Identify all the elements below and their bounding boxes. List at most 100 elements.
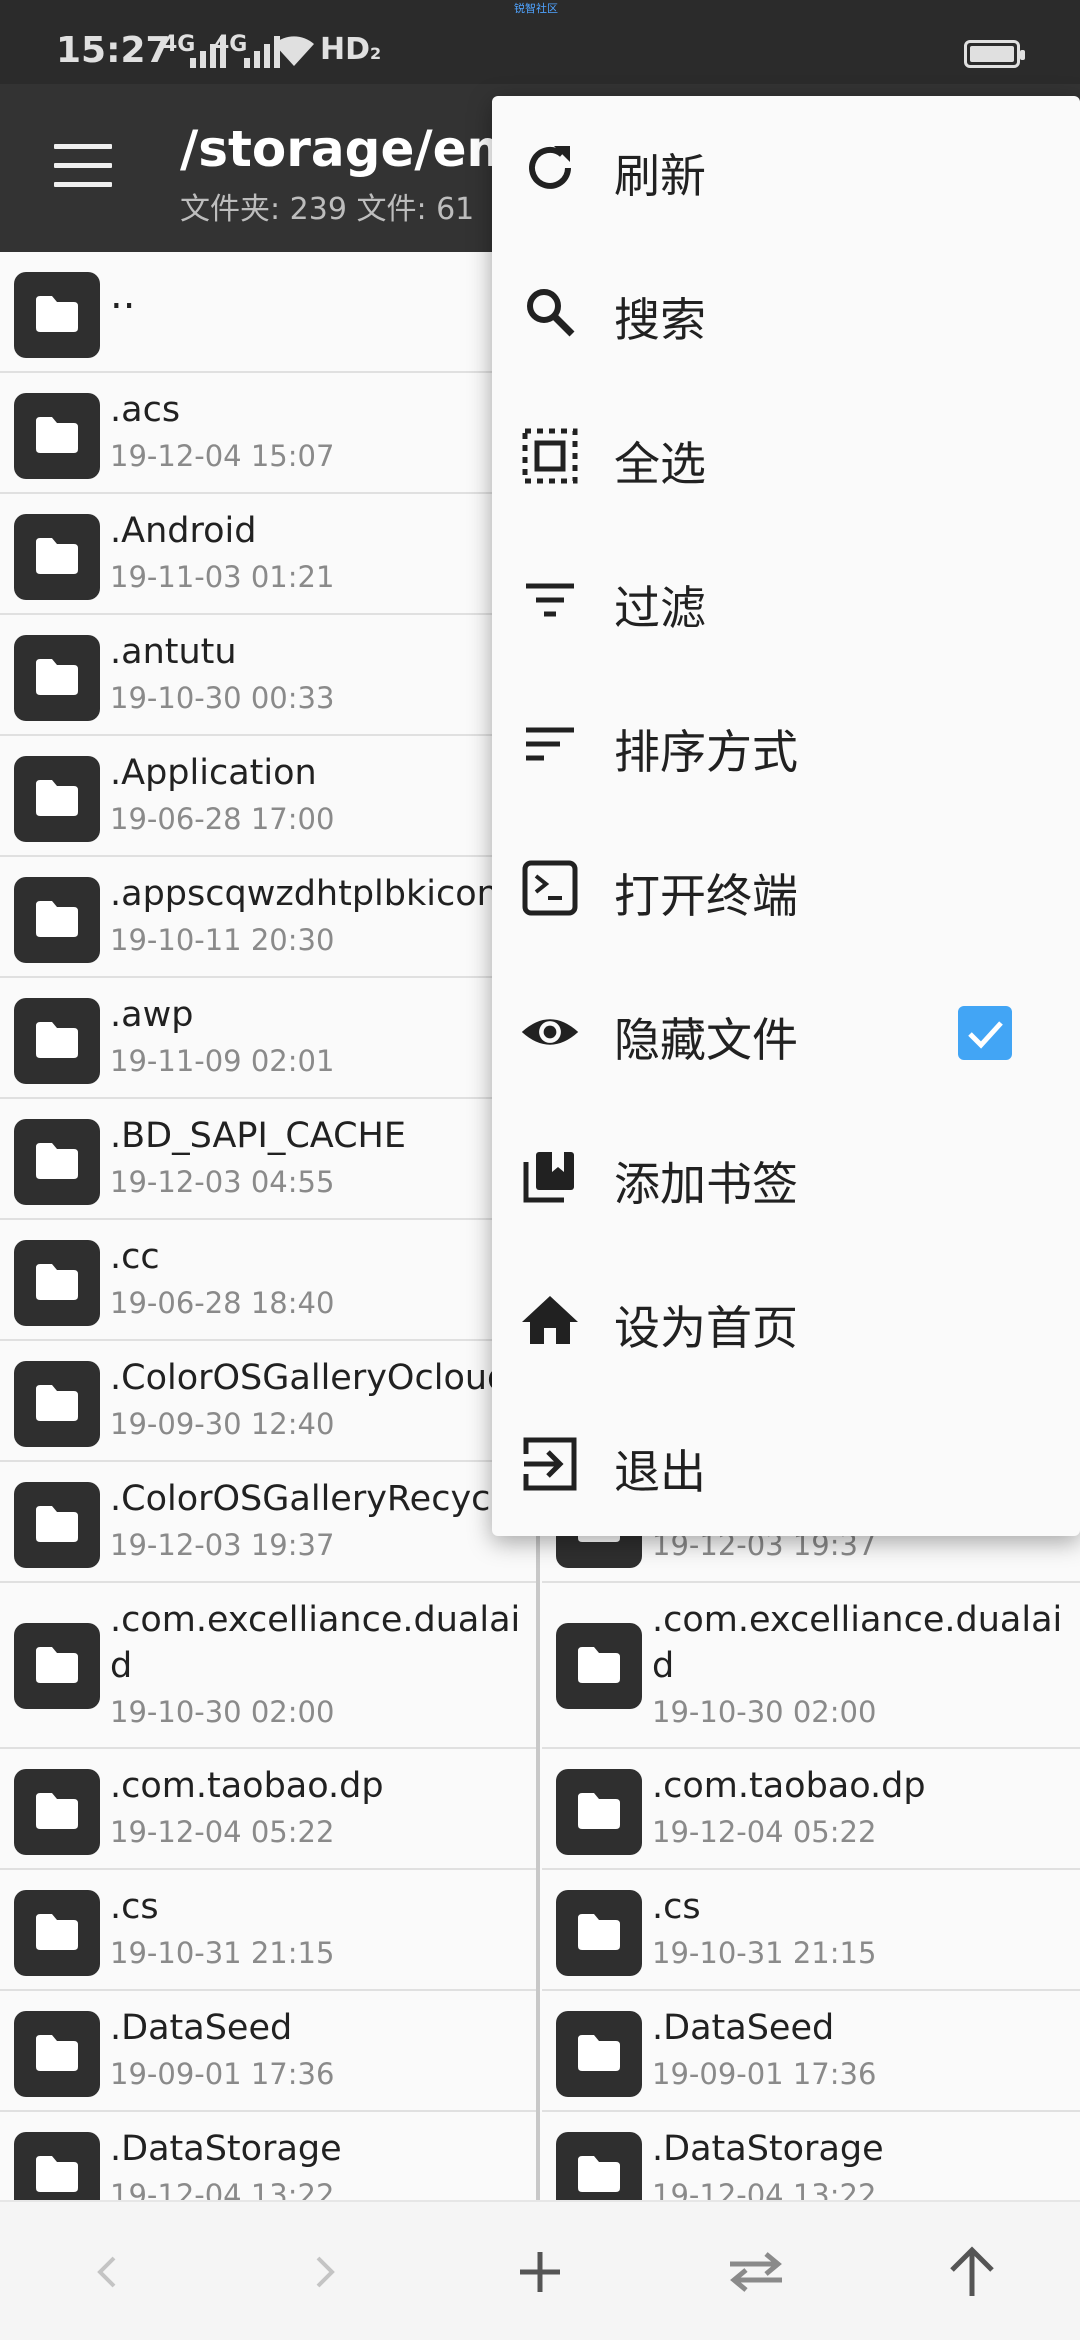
swap-arrows-icon (730, 2252, 782, 2292)
menu-item-select-all[interactable]: 全选 (492, 384, 1080, 528)
file-row[interactable]: .DataSeed 19-09-01 17:36 (542, 1991, 1080, 2112)
file-name: .antutu (110, 632, 237, 672)
left-file-list[interactable]: .. .acs 19-12-04 15:07 .Android 19-11-03 01:… (0, 252, 540, 2200)
folder-icon (14, 1240, 100, 1326)
file-row[interactable]: .Android 19-11-03 01:21 (0, 494, 536, 615)
add-button[interactable] (504, 2236, 576, 2308)
file-date: 19-10-30 00:33 (110, 681, 335, 715)
file-row[interactable]: .ColorOSGalleryRecycle 19-12-03 19:37 (0, 1462, 536, 1583)
hidden-files-checkbox[interactable] (958, 1006, 1012, 1060)
file-row[interactable]: .com.excelliance.dualaid 19-10-30 02:00 (542, 1583, 1080, 1749)
forward-button[interactable] (288, 2236, 360, 2308)
menu-label: 搜索 (614, 293, 706, 347)
folder-icon (556, 1890, 642, 1976)
menu-label: 全选 (614, 437, 706, 491)
folder-icon (14, 393, 100, 479)
file-date: 19-11-03 01:21 (110, 560, 335, 594)
file-row[interactable]: .acs 19-12-04 15:07 (0, 373, 536, 494)
menu-label: 刷新 (614, 149, 706, 203)
file-row[interactable]: .antutu 19-10-30 00:33 (0, 615, 536, 736)
status-bar: 15:27 4G 4G HD2 锐智社区 (0, 0, 1080, 84)
file-row[interactable]: .com.excelliance.dualaid 19-10-30 02:00 (0, 1583, 536, 1749)
folder-icon (14, 1890, 100, 1976)
file-row[interactable]: .ColorOSGalleryOcloud 19-09-30 12:40 (0, 1341, 536, 1462)
exit-icon (520, 1434, 580, 1494)
folder-icon (556, 1769, 642, 1855)
eye-icon (520, 1002, 580, 1062)
signal-label-2: 4G (214, 32, 248, 57)
parent-directory-row[interactable]: .. (0, 252, 536, 373)
folder-icon (14, 2132, 100, 2200)
folder-icon (14, 514, 100, 600)
file-name: .com.taobao.dp (652, 1766, 926, 1806)
file-row[interactable]: .cs 19-10-31 21:15 (0, 1870, 536, 1991)
file-name: .. (110, 272, 136, 318)
folder-icon (14, 1119, 100, 1205)
file-name: .Android (110, 511, 257, 551)
file-name: .cs (110, 1887, 159, 1927)
file-row[interactable]: .Application 19-06-28 17:00 (0, 736, 536, 857)
file-date: 19-09-01 17:36 (110, 2057, 335, 2091)
folder-icon (14, 2011, 100, 2097)
folder-icon (14, 1769, 100, 1855)
file-date: 19-09-01 17:36 (652, 2057, 877, 2091)
file-row[interactable]: .BD_SAPI_CACHE 19-12-03 04:55 (0, 1099, 536, 1220)
menu-label: 退出 (614, 1445, 706, 1499)
file-row[interactable]: .DataSeed 19-09-01 17:36 (0, 1991, 536, 2112)
file-name: .acs (110, 390, 181, 430)
terminal-icon (520, 858, 580, 918)
search-icon (520, 282, 580, 342)
folder-icon (14, 1361, 100, 1447)
menu-item-sort[interactable]: 排序方式 (492, 672, 1080, 816)
file-row[interactable]: .awp 19-11-09 02:01 (0, 978, 536, 1099)
file-name: .ColorOSGalleryOcloud (110, 1358, 510, 1398)
file-date: 19-10-31 21:15 (652, 1936, 877, 1970)
menu-item-set-home[interactable]: 设为首页 (492, 1248, 1080, 1392)
file-date: 19-11-09 02:01 (110, 1044, 335, 1078)
menu-label: 打开终端 (614, 869, 798, 923)
file-row[interactable]: .DataStorage 19-12-04 13:22 (542, 2112, 1080, 2200)
file-date: 19-12-04 05:22 (110, 1815, 335, 1849)
menu-item-terminal[interactable]: 打开终端 (492, 816, 1080, 960)
menu-item-filter[interactable]: 过滤 (492, 528, 1080, 672)
folder-icon (14, 1623, 100, 1709)
folder-icon (556, 2132, 642, 2200)
folder-icon (14, 635, 100, 721)
menu-item-search[interactable]: 搜索 (492, 240, 1080, 384)
menu-label: 添加书签 (614, 1157, 798, 1211)
menu-item-bookmark[interactable]: 添加书签 (492, 1104, 1080, 1248)
file-date: 19-10-30 02:00 (652, 1695, 877, 1729)
file-name: .cc (110, 1237, 160, 1277)
checkmark-icon (968, 1021, 1003, 1049)
file-row[interactable]: .cc 19-06-28 18:40 (0, 1220, 536, 1341)
battery-icon (964, 40, 1025, 68)
file-date: 19-12-03 04:55 (110, 1165, 335, 1199)
file-row[interactable]: .cs 19-10-31 21:15 (542, 1870, 1080, 1991)
home-icon (520, 1290, 580, 1350)
file-date: 19-12-04 15:07 (110, 439, 335, 473)
hd-label: HD2 (320, 32, 382, 67)
back-button[interactable] (72, 2236, 144, 2308)
file-name: .cs (652, 1887, 701, 1927)
file-name: .awp (110, 995, 194, 1035)
file-row[interactable]: .com.taobao.dp 19-12-04 05:22 (0, 1749, 536, 1870)
overflow-menu: 刷新 搜索 全选 过滤 排序方式 打开终端 隐藏文件 添加书签 设为首页 退出 (492, 96, 1080, 1536)
folder-icon (14, 877, 100, 963)
file-name: .DataStorage (652, 2129, 884, 2169)
file-row[interactable]: .DataStorage 19-12-04 13:22 (0, 2112, 536, 2200)
sort-icon (520, 714, 580, 774)
swap-panes-button[interactable] (720, 2236, 792, 2308)
menu-item-hidden-files[interactable]: 隐藏文件 (492, 960, 1080, 1104)
filter-icon (520, 570, 580, 630)
file-date: 19-10-30 02:00 (110, 1695, 335, 1729)
menu-label: 过滤 (614, 581, 706, 635)
up-directory-button[interactable] (936, 2236, 1008, 2308)
file-date: 19-06-28 18:40 (110, 1286, 335, 1320)
menu-label: 排序方式 (614, 725, 798, 779)
select-all-icon (520, 426, 580, 486)
file-row[interactable]: .com.taobao.dp 19-12-04 05:22 (542, 1749, 1080, 1870)
menu-icon[interactable] (54, 144, 112, 188)
menu-item-refresh[interactable]: 刷新 (492, 96, 1080, 240)
menu-item-exit[interactable]: 退出 (492, 1392, 1080, 1536)
file-row[interactable]: .appscqwzdhtplbkicon 19-10-11 20:30 (0, 857, 536, 978)
